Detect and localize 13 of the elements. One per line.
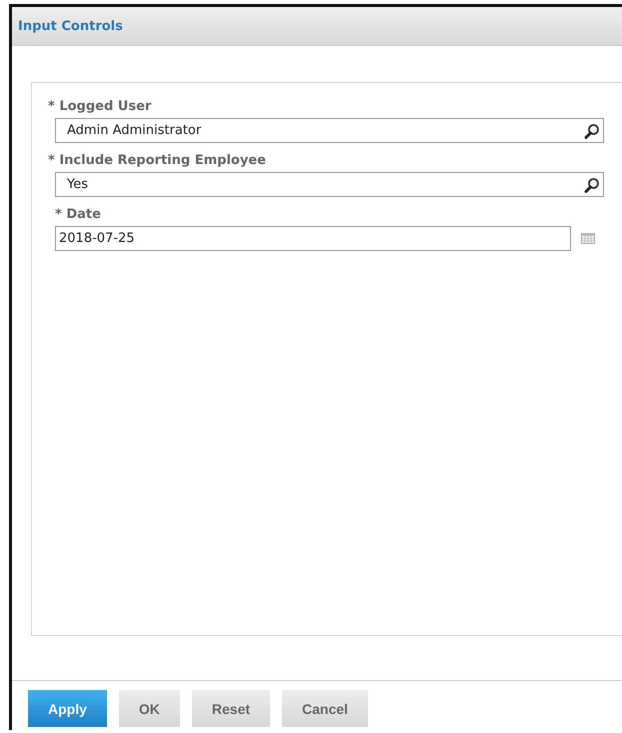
lookup-field[interactable]: Admin Administrator — [55, 118, 604, 143]
search-icon[interactable] — [584, 122, 600, 138]
date-field[interactable]: 2018-07-25 — [55, 226, 571, 251]
field-label: * Include Reporting Employee — [48, 153, 267, 168]
lookup-field[interactable]: Yes — [55, 172, 604, 197]
dialog-button[interactable]: Cancel — [282, 690, 368, 727]
window-title: Input Controls — [18, 18, 123, 34]
dialog-button[interactable]: Reset — [192, 690, 270, 727]
search-icon[interactable] — [584, 176, 600, 192]
field-label: * Date — [55, 207, 102, 222]
dialog-button[interactable]: OK — [118, 690, 180, 727]
apply-button[interactable]: Apply — [28, 690, 107, 727]
field-label: * Logged User — [48, 99, 152, 114]
